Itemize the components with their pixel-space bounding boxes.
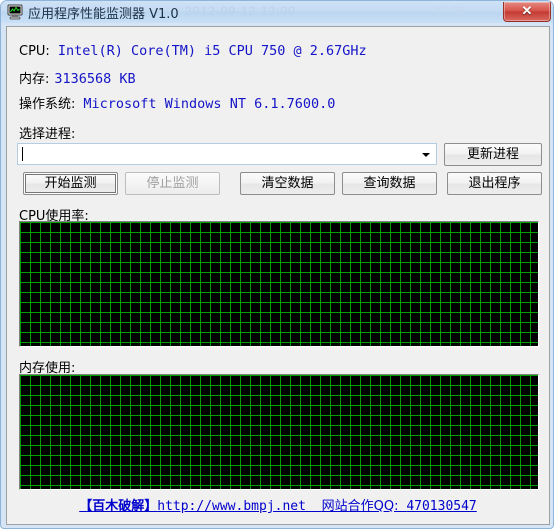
close-button[interactable]: ✕ xyxy=(503,2,551,22)
footer-qq-number: 470130547 xyxy=(406,499,477,514)
start-monitor-button[interactable]: 开始监测 xyxy=(23,172,118,195)
title-bar: 应用程序性能监测器 V1.0 2012-09-12 12:00 12:00 ✕ xyxy=(1,1,553,23)
close-icon: ✕ xyxy=(521,3,533,18)
os-info-line: 操作系统: Microsoft Windows NT 6.1.7600.0 xyxy=(19,93,335,112)
cpu-info-line: CPU: Intel(R) Core(TM) i5 CPU 750 @ 2.67G… xyxy=(19,43,367,59)
memory-usage-chart xyxy=(19,374,539,490)
memory-info-value: 3136568 KB xyxy=(54,71,136,87)
refresh-process-button[interactable]: 更新进程 xyxy=(444,143,542,166)
stop-monitor-button: 停止监测 xyxy=(125,172,220,195)
memory-chart-grid xyxy=(20,375,538,489)
select-process-label: 选择进程: xyxy=(19,127,76,142)
title-watermark: 2012-09-12 12:00 xyxy=(185,4,296,18)
process-select-combobox[interactable] xyxy=(17,143,437,165)
cpu-info-value: Intel(R) Core(TM) i5 CPU 750 @ 2.67GHz xyxy=(57,43,367,59)
footer-bracket-text: 【百木破解】 xyxy=(79,499,158,514)
footer-bar: 【百木破解】http://www.bmpj.net 网站合作QQ: 470130… xyxy=(7,491,549,524)
client-area: CPU: Intel(R) Core(TM) i5 CPU 750 @ 2.67G… xyxy=(6,26,550,525)
footer-url[interactable]: http://www.bmpj.net xyxy=(157,499,306,514)
window-title: 应用程序性能监测器 V1.0 xyxy=(28,7,179,22)
os-info-value: Microsoft Windows NT 6.1.7600.0 xyxy=(83,96,336,112)
os-info-label: 操作系统: xyxy=(19,97,76,112)
computer-monitor-icon xyxy=(7,4,24,20)
chevron-down-icon[interactable] xyxy=(422,153,430,157)
cpu-info-label: CPU: xyxy=(19,44,50,59)
clear-data-button[interactable]: 清空数据 xyxy=(240,172,335,195)
footer-credit-link[interactable]: 【百木破解】http://www.bmpj.net 网站合作QQ: 470130… xyxy=(7,495,549,514)
query-data-button[interactable]: 查询数据 xyxy=(342,172,437,195)
cpu-chart-grid xyxy=(20,222,538,346)
memory-info-line: 内存: 3136568 KB xyxy=(19,68,136,87)
memory-info-label: 内存: xyxy=(19,72,50,87)
application-window: 应用程序性能监测器 V1.0 2012-09-12 12:00 12:00 ✕ … xyxy=(0,0,554,529)
text-caret xyxy=(22,147,23,161)
cpu-usage-chart xyxy=(19,221,539,347)
exit-program-button[interactable]: 退出程序 xyxy=(447,172,542,195)
footer-qq-label: 网站合作QQ: xyxy=(321,499,399,514)
title-watermark-secondary: 12:00 xyxy=(435,4,466,18)
